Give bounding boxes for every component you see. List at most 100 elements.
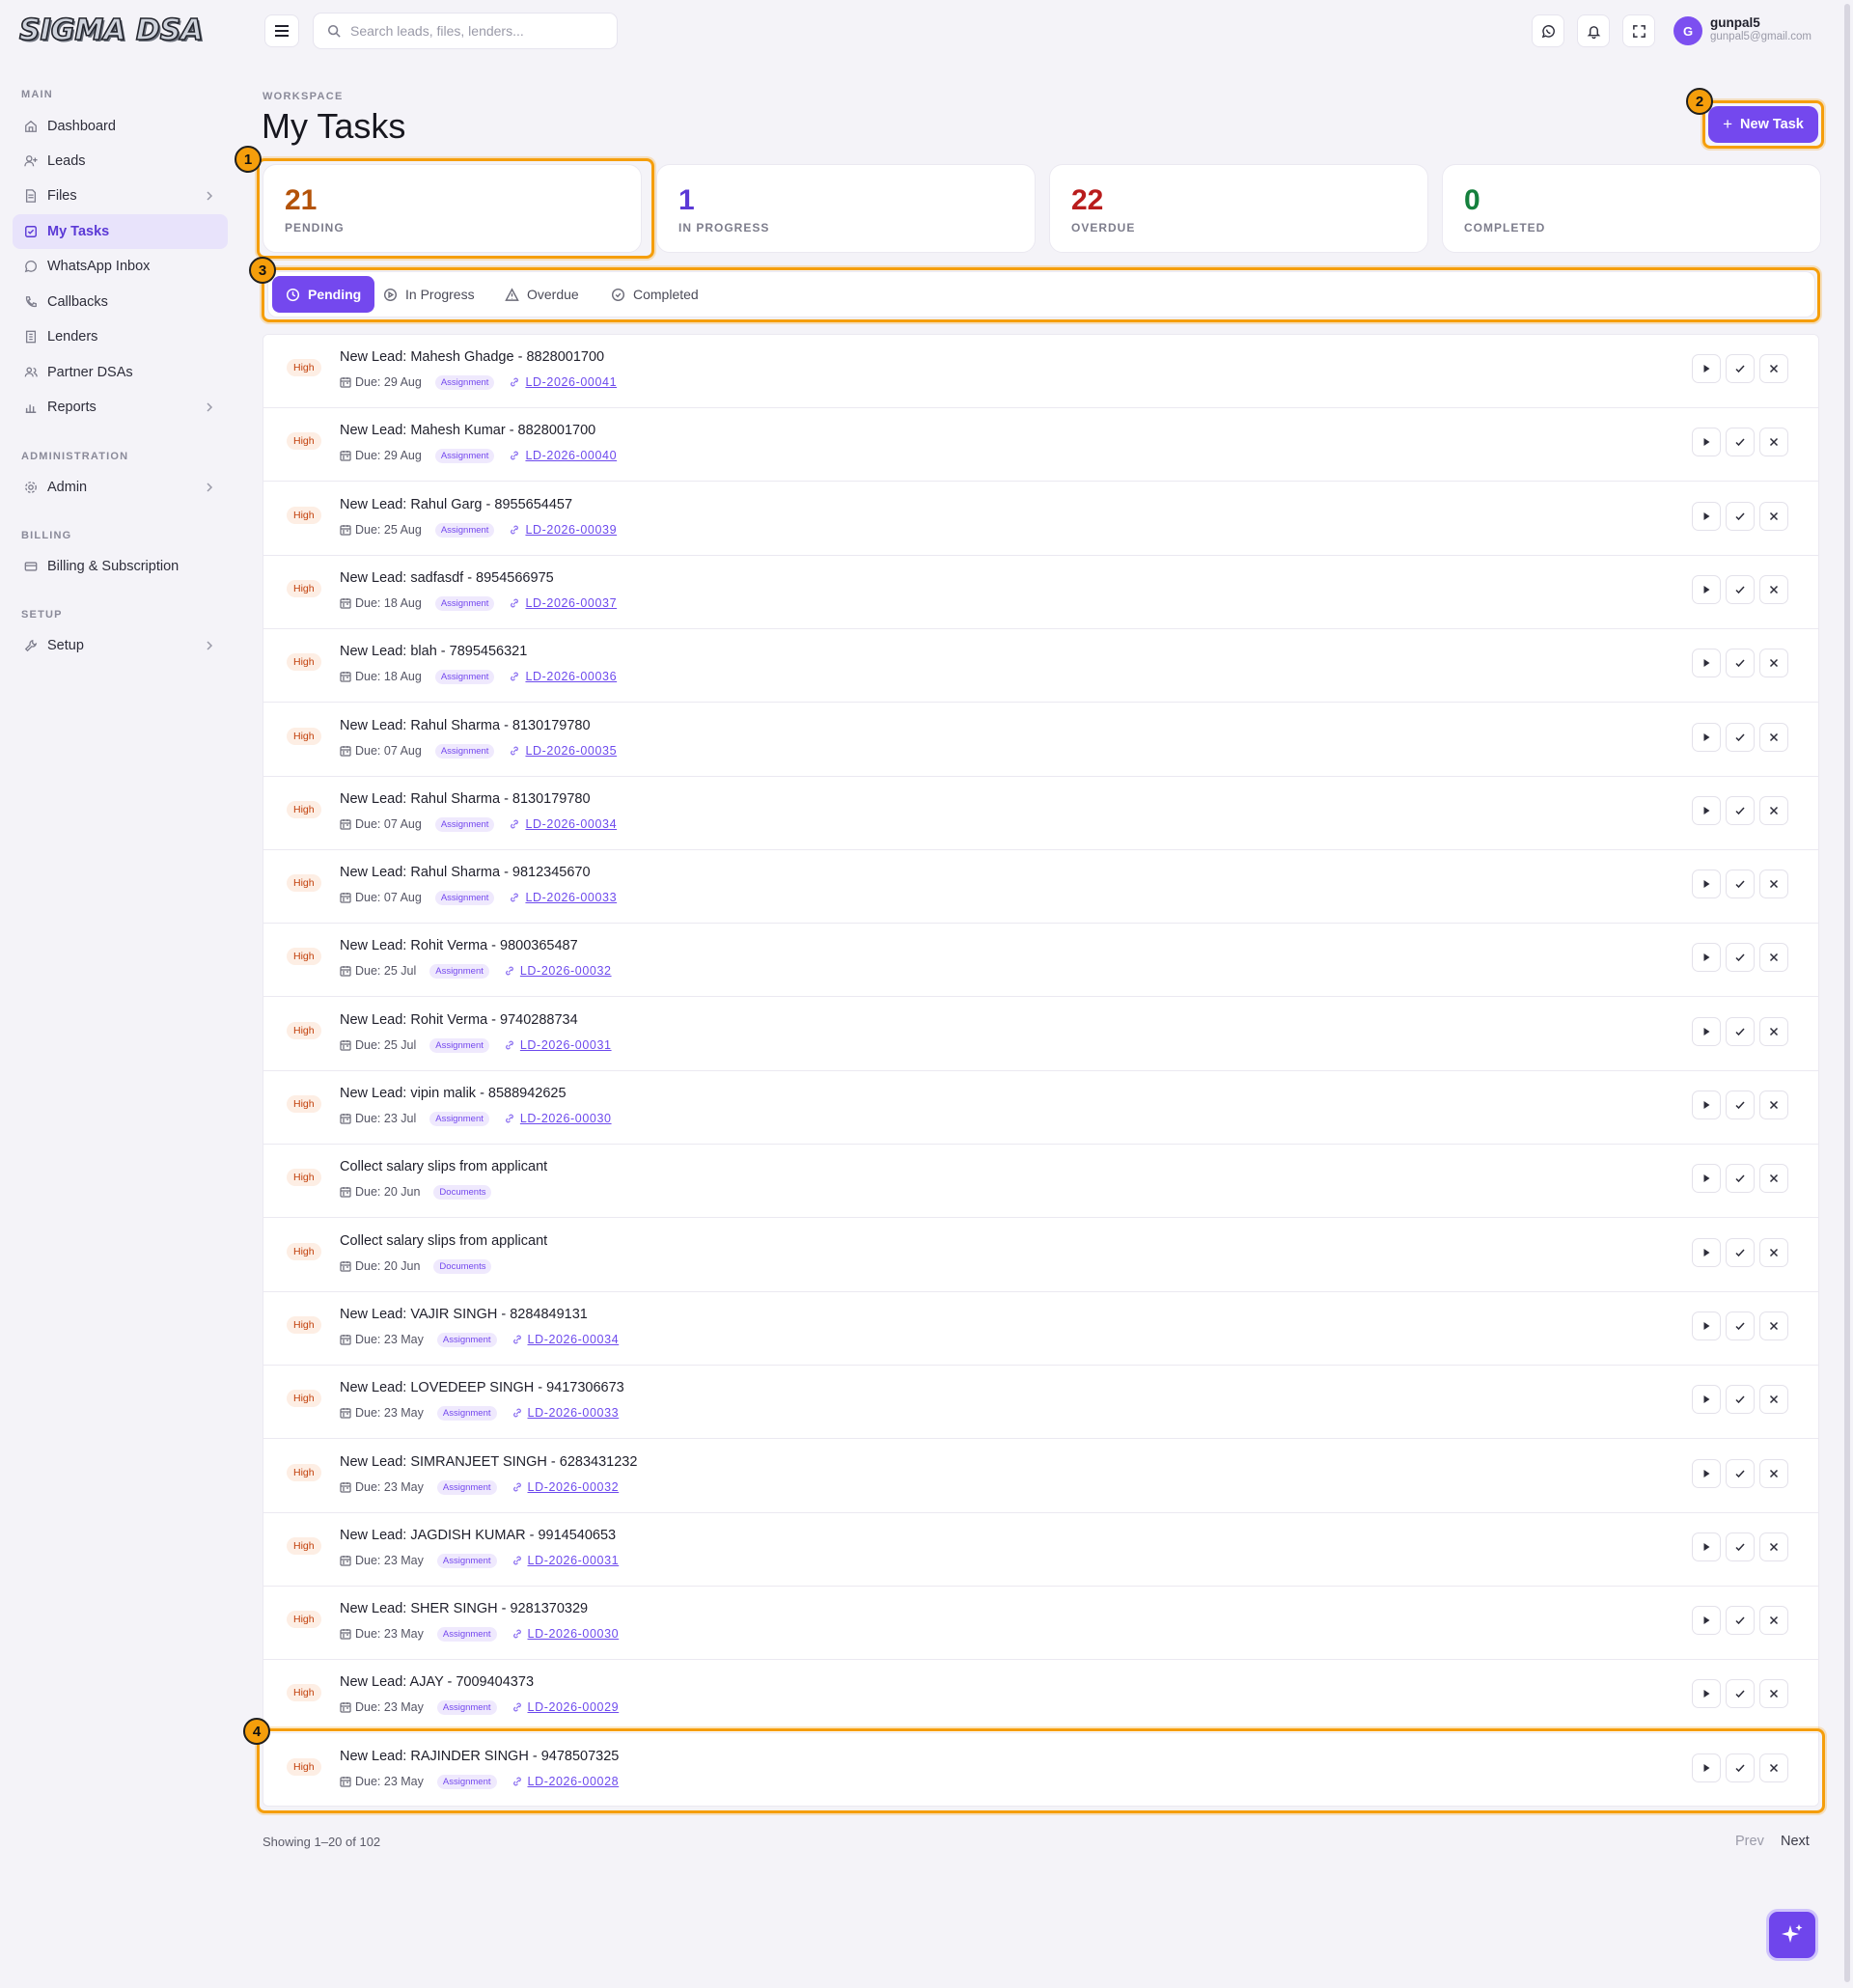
stat-card-pending[interactable]: 21 PENDING <box>263 164 642 253</box>
task-title[interactable]: New Lead: JAGDISH KUMAR - 9914540653 <box>340 1528 616 1543</box>
start-task-button[interactable] <box>1692 1679 1721 1708</box>
complete-task-button[interactable] <box>1726 1017 1755 1046</box>
avatar[interactable]: G <box>1673 16 1702 45</box>
cancel-task-button[interactable] <box>1759 796 1788 825</box>
lead-link[interactable]: LD-2026-00030 <box>520 1112 612 1125</box>
task-row[interactable]: High New Lead: Rohit Verma - 9740288734 … <box>263 998 1818 1071</box>
stat-card-overdue[interactable]: 22 OVERDUE <box>1049 164 1428 253</box>
task-title[interactable]: New Lead: Rahul Sharma - 9812345670 <box>340 865 591 880</box>
complete-task-button[interactable] <box>1726 1532 1755 1561</box>
sidebar-item-lenders[interactable]: Lenders <box>13 319 228 354</box>
stat-card-in-progress[interactable]: 1 IN PROGRESS <box>656 164 1036 253</box>
lead-link[interactable]: LD-2026-00041 <box>525 375 617 389</box>
start-task-button[interactable] <box>1692 1606 1721 1635</box>
lead-link[interactable]: LD-2026-00034 <box>525 817 617 831</box>
task-title[interactable]: New Lead: sadfasdf - 8954566975 <box>340 570 554 586</box>
lead-link[interactable]: LD-2026-00033 <box>525 891 617 904</box>
cancel-task-button[interactable] <box>1759 1091 1788 1119</box>
tab-in-progress[interactable]: In Progress <box>370 276 488 313</box>
task-title[interactable]: New Lead: LOVEDEEP SINGH - 9417306673 <box>340 1380 624 1395</box>
task-title[interactable]: Collect salary slips from applicant <box>340 1233 547 1249</box>
task-row[interactable]: High New Lead: JAGDISH KUMAR - 991454065… <box>263 1513 1818 1587</box>
stat-card-completed[interactable]: 0 COMPLETED <box>1442 164 1821 253</box>
task-row[interactable]: High New Lead: Rahul Sharma - 8130179780… <box>263 704 1818 777</box>
start-task-button[interactable] <box>1692 354 1721 383</box>
task-row[interactable]: High New Lead: AJAY - 7009404373 Due: 23… <box>263 1660 1818 1733</box>
lead-link[interactable]: LD-2026-00032 <box>528 1480 620 1494</box>
lead-link[interactable]: LD-2026-00031 <box>520 1038 612 1052</box>
lead-link[interactable]: LD-2026-00034 <box>528 1333 620 1346</box>
start-task-button[interactable] <box>1692 502 1721 531</box>
cancel-task-button[interactable] <box>1759 943 1788 972</box>
start-task-button[interactable] <box>1692 428 1721 456</box>
start-task-button[interactable] <box>1692 1385 1721 1414</box>
start-task-button[interactable] <box>1692 1164 1721 1193</box>
complete-task-button[interactable] <box>1726 354 1755 383</box>
tab-overdue[interactable]: Overdue <box>491 276 593 313</box>
task-row[interactable]: High New Lead: Rahul Garg - 8955654457 D… <box>263 483 1818 556</box>
task-row[interactable]: High New Lead: Rohit Verma - 9800365487 … <box>263 924 1818 997</box>
task-title[interactable]: New Lead: Rahul Garg - 8955654457 <box>340 497 572 512</box>
complete-task-button[interactable] <box>1726 796 1755 825</box>
task-title[interactable]: New Lead: Rahul Sharma - 8130179780 <box>340 791 591 807</box>
task-title[interactable]: New Lead: Rohit Verma - 9740288734 <box>340 1012 578 1028</box>
complete-task-button[interactable] <box>1726 1238 1755 1267</box>
whatsapp-button[interactable] <box>1532 14 1564 47</box>
start-task-button[interactable] <box>1692 1238 1721 1267</box>
task-title[interactable]: New Lead: VAJIR SINGH - 8284849131 <box>340 1307 588 1322</box>
complete-task-button[interactable] <box>1726 1753 1755 1782</box>
cancel-task-button[interactable] <box>1759 1532 1788 1561</box>
scrollbar-thumb[interactable] <box>1844 4 1850 1982</box>
complete-task-button[interactable] <box>1726 575 1755 604</box>
task-row[interactable]: High New Lead: Mahesh Kumar - 8828001700… <box>263 408 1818 482</box>
start-task-button[interactable] <box>1692 649 1721 677</box>
sidebar-item-reports[interactable]: Reports <box>13 390 228 425</box>
task-row[interactable]: High New Lead: RAJINDER SINGH - 94785073… <box>263 1734 1818 1806</box>
cancel-task-button[interactable] <box>1759 428 1788 456</box>
sidebar-item-admin[interactable]: Admin <box>13 470 228 505</box>
cancel-task-button[interactable] <box>1759 870 1788 898</box>
lead-link[interactable]: LD-2026-00035 <box>525 744 617 758</box>
menu-toggle-button[interactable] <box>264 14 299 47</box>
lead-link[interactable]: LD-2026-00036 <box>525 670 617 683</box>
cancel-task-button[interactable] <box>1759 1385 1788 1414</box>
complete-task-button[interactable] <box>1726 1385 1755 1414</box>
start-task-button[interactable] <box>1692 1017 1721 1046</box>
lead-link[interactable]: LD-2026-00037 <box>525 596 617 610</box>
sidebar-item-leads[interactable]: Leads <box>13 144 228 179</box>
new-task-button[interactable]: + New Task <box>1708 106 1818 143</box>
sidebar-item-whatsapp-inbox[interactable]: WhatsApp Inbox <box>13 249 228 284</box>
task-title[interactable]: New Lead: SIMRANJEET SINGH - 6283431232 <box>340 1454 637 1470</box>
notifications-button[interactable] <box>1577 14 1610 47</box>
start-task-button[interactable] <box>1692 723 1721 752</box>
task-row[interactable]: High New Lead: VAJIR SINGH - 8284849131 … <box>263 1292 1818 1366</box>
prev-page-button[interactable]: Prev <box>1735 1834 1764 1849</box>
user-name[interactable]: gunpal5 <box>1710 15 1760 30</box>
task-row[interactable]: High Collect salary slips from applicant… <box>263 1219 1818 1292</box>
sidebar-item-setup[interactable]: Setup <box>13 628 228 663</box>
task-row[interactable]: High Collect salary slips from applicant… <box>263 1145 1818 1218</box>
sidebar-item-callbacks[interactable]: Callbacks <box>13 285 228 319</box>
tab-pending[interactable]: Pending <box>272 276 375 313</box>
task-title[interactable]: New Lead: vipin malik - 8588942625 <box>340 1086 567 1101</box>
cancel-task-button[interactable] <box>1759 1238 1788 1267</box>
task-row[interactable]: High New Lead: sadfasdf - 8954566975 Due… <box>263 556 1818 629</box>
complete-task-button[interactable] <box>1726 943 1755 972</box>
start-task-button[interactable] <box>1692 1532 1721 1561</box>
brand-logo[interactable]: SIGMA DSA <box>18 13 204 48</box>
cancel-task-button[interactable] <box>1759 1164 1788 1193</box>
lead-link[interactable]: LD-2026-00033 <box>528 1406 620 1420</box>
sidebar-item-files[interactable]: Files <box>13 179 228 213</box>
lead-link[interactable]: LD-2026-00030 <box>528 1627 620 1641</box>
task-row[interactable]: High New Lead: SIMRANJEET SINGH - 628343… <box>263 1440 1818 1513</box>
task-row[interactable]: High New Lead: Mahesh Ghadge - 882800170… <box>263 335 1818 408</box>
lead-link[interactable]: LD-2026-00029 <box>528 1700 620 1714</box>
task-title[interactable]: Collect salary slips from applicant <box>340 1159 547 1174</box>
start-task-button[interactable] <box>1692 870 1721 898</box>
fullscreen-button[interactable] <box>1622 14 1655 47</box>
tab-completed[interactable]: Completed <box>597 276 712 313</box>
cancel-task-button[interactable] <box>1759 575 1788 604</box>
global-search[interactable] <box>313 13 618 49</box>
task-title[interactable]: New Lead: Mahesh Ghadge - 8828001700 <box>340 349 604 365</box>
task-title[interactable]: New Lead: Rohit Verma - 9800365487 <box>340 938 578 953</box>
